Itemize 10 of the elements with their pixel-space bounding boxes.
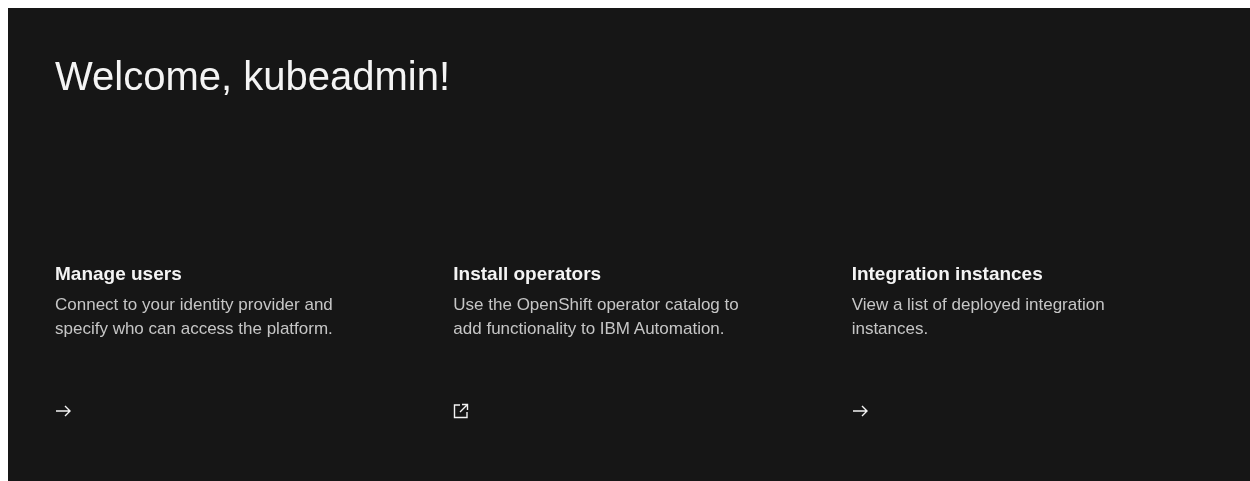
arrow-right-icon[interactable] xyxy=(55,405,71,417)
card-title: Integration instances xyxy=(851,262,1044,286)
card-title: Manage users xyxy=(55,262,183,286)
welcome-heading: Welcome, kubeadmin! xyxy=(55,53,451,100)
card-description: View a list of deployed integration instances. xyxy=(851,294,1106,340)
card-description: Use the OpenShift operator catalog to add functionality to IBM Automation. xyxy=(453,294,740,340)
card-description: Connect to your identity provider and specify who can access the platform. xyxy=(55,294,334,340)
arrow-right-icon[interactable] xyxy=(851,405,868,417)
external-link-icon[interactable] xyxy=(453,403,470,419)
card-title: Install operators xyxy=(453,262,603,286)
